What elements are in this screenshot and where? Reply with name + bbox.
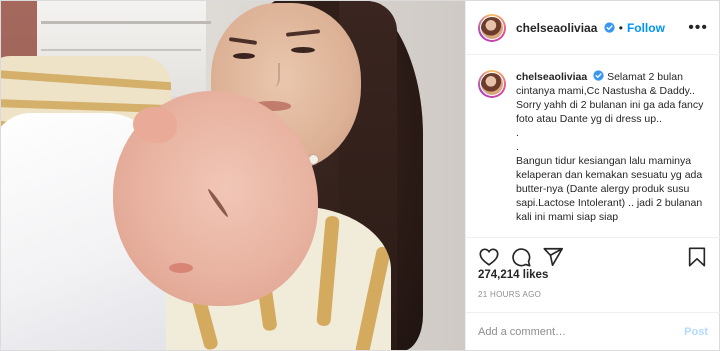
comment-input[interactable] (478, 325, 685, 338)
bookmark-icon[interactable] (686, 246, 708, 268)
photo-woman-nose (266, 63, 280, 87)
like-count[interactable]: 274,214 likes (478, 269, 548, 281)
shirt-stripe (316, 215, 340, 327)
photo-baby-ear (133, 107, 177, 143)
photo-woman-eye-right (291, 47, 315, 53)
follow-button[interactable]: Follow (627, 21, 665, 35)
verified-badge-icon (593, 70, 604, 81)
post-timestamp[interactable]: 21 HOURS AGO (478, 290, 541, 299)
post-sidebar: chelseaoliviaa • Follow ••• chelseaolivi… (465, 1, 720, 350)
pillow-stripe (1, 69, 171, 91)
post-comment-button[interactable]: Post (684, 326, 708, 338)
caption-avatar-image (480, 72, 504, 96)
caption-username[interactable]: chelseaoliviaa (516, 71, 587, 83)
instagram-post: chelseaoliviaa • Follow ••• chelseaolivi… (0, 0, 720, 351)
post-photo[interactable] (1, 1, 465, 350)
username-link[interactable]: chelseaoliviaa (516, 21, 615, 35)
caption-text-block: chelseaoliviaa Selamat 2 bulan cintanya … (516, 70, 708, 224)
photo-woman-eye-left (233, 53, 255, 59)
avatar[interactable] (478, 13, 506, 42)
more-options-icon[interactable]: ••• (688, 19, 708, 37)
caption-text: Selamat 2 bulan cintanya mami,Cc Nastush… (516, 71, 704, 223)
caption-area: chelseaoliviaa Selamat 2 bulan cintanya … (466, 56, 720, 236)
photo-railing (41, 21, 211, 24)
photo-baby-lips (169, 263, 193, 273)
comment-icon[interactable] (510, 246, 532, 268)
shirt-stripe (354, 245, 391, 350)
avatar-image (480, 15, 504, 40)
caption-row: chelseaoliviaa Selamat 2 bulan cintanya … (478, 70, 708, 224)
verified-badge-icon (604, 21, 615, 33)
share-icon[interactable] (542, 246, 564, 268)
comment-composer: Post (466, 312, 720, 350)
username-text: chelseaoliviaa (516, 20, 598, 35)
heart-icon[interactable] (478, 246, 500, 268)
caption-avatar[interactable] (478, 70, 506, 98)
post-header: chelseaoliviaa • Follow ••• (466, 1, 720, 55)
photo-railing-lower (41, 49, 201, 51)
header-separator: • (618, 20, 623, 35)
